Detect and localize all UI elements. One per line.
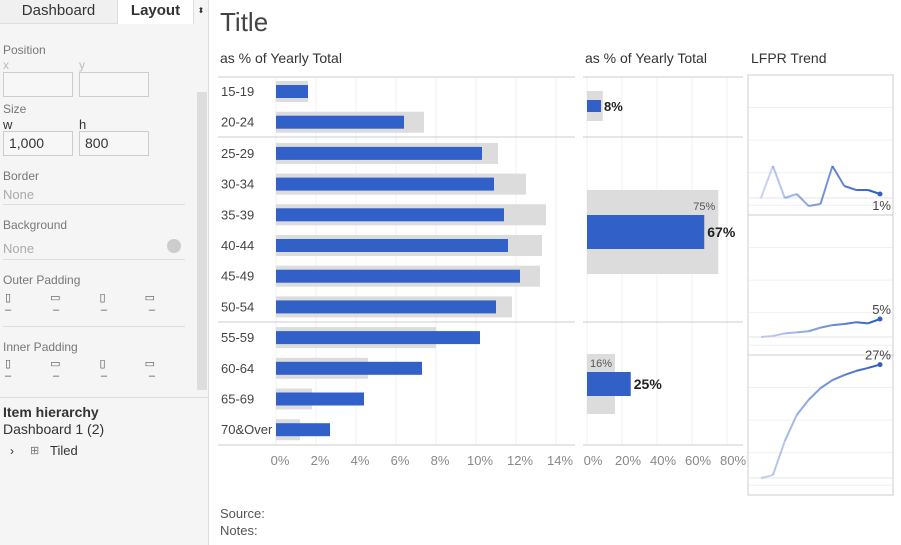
trend-end-label: 27%	[865, 348, 891, 363]
reference-label: 75%	[693, 201, 715, 213]
row-label: 65-69	[221, 392, 254, 407]
x-tick-label: 2%	[311, 453, 330, 468]
trend-end-point	[877, 191, 883, 197]
trend-line-segment	[819, 379, 833, 389]
value-bar	[587, 100, 601, 112]
trend-line-segment	[784, 193, 798, 199]
trend-line-segment	[820, 324, 833, 329]
value-bar	[276, 331, 480, 345]
charts: as % of Yearly Total 0% 2% 4% 6% 8% 10% 12% 14% 1…	[218, 50, 894, 496]
trend-line-segment	[807, 387, 822, 401]
row-label: 70&Over	[221, 422, 273, 437]
trend-end-label: 1%	[872, 198, 891, 213]
x-tick-label: 60%	[685, 453, 711, 468]
reference-label: 16%	[590, 358, 612, 370]
trend-line-segment	[843, 185, 857, 191]
value-bar	[276, 300, 496, 314]
trend-line-segment	[855, 366, 869, 372]
value-bar	[276, 115, 404, 129]
x-tick-label: 0%	[584, 453, 603, 468]
row-label: 35-39	[221, 207, 254, 222]
trend-end-point	[877, 316, 883, 322]
trend-end-label: 5%	[872, 302, 891, 317]
value-bar	[276, 85, 308, 98]
value-bar	[276, 239, 508, 252]
trend-line-segment	[831, 165, 846, 187]
value-bar	[276, 177, 494, 191]
row-label: 45-49	[221, 269, 254, 284]
x-tick-label: 80%	[720, 453, 746, 468]
value-label: 67%	[707, 224, 736, 240]
trend-line-segment	[771, 440, 786, 476]
x-tick-label: 4%	[351, 453, 370, 468]
trend-line-segment	[771, 165, 786, 199]
trend-line-segment	[832, 374, 845, 382]
x-tick-label: 6%	[391, 453, 410, 468]
row-label: 25-29	[221, 146, 254, 161]
chart3-title: LFPR Trend	[751, 50, 826, 66]
trend-line-segment	[832, 323, 845, 327]
value-bar	[276, 423, 330, 437]
trend-line-segment	[844, 321, 857, 326]
value-bar	[276, 392, 364, 406]
trend-line-segment	[796, 330, 809, 334]
x-tick-label: 10%	[467, 453, 493, 468]
row-label: 60-64	[221, 361, 254, 376]
trend-end-point	[877, 362, 883, 368]
x-tick-label: 40%	[650, 453, 676, 468]
trend-line-segment	[760, 165, 774, 199]
trend-line-segment	[783, 414, 798, 442]
x-tick-label: 14%	[547, 453, 573, 468]
trend-line-segment	[784, 331, 797, 335]
value-bar	[276, 361, 422, 375]
row-label: 40-44	[221, 238, 254, 253]
trend-line-segment	[772, 332, 786, 337]
x-tick-label: 0%	[271, 453, 290, 468]
row-label: 55-59	[221, 330, 254, 345]
x-tick-label: 20%	[615, 453, 641, 468]
value-bar	[587, 372, 631, 396]
value-bar	[276, 208, 504, 222]
row-label: 20-24	[221, 115, 254, 130]
row-label: 50-54	[221, 299, 254, 314]
trend-line-segment	[856, 321, 869, 325]
x-tick-label: 8%	[431, 453, 450, 468]
chart2-title: as % of Yearly Total	[585, 50, 707, 66]
value-bar	[276, 269, 520, 283]
trend-line-segment	[843, 369, 857, 377]
chart1-title: as % of Yearly Total	[220, 50, 342, 66]
value-bar	[276, 146, 482, 160]
trend-line-segment	[795, 399, 810, 416]
row-label: 30-34	[221, 177, 254, 192]
x-tick-label: 12%	[507, 453, 533, 468]
value-bar	[587, 215, 705, 249]
trend-line-segment	[808, 326, 821, 333]
row-label: 15-19	[221, 84, 254, 99]
trend-line-segment	[760, 334, 773, 338]
value-label: 8%	[604, 99, 623, 114]
trend-frame	[747, 74, 894, 496]
value-label: 25%	[634, 376, 663, 392]
trend-line-segment	[795, 193, 810, 207]
